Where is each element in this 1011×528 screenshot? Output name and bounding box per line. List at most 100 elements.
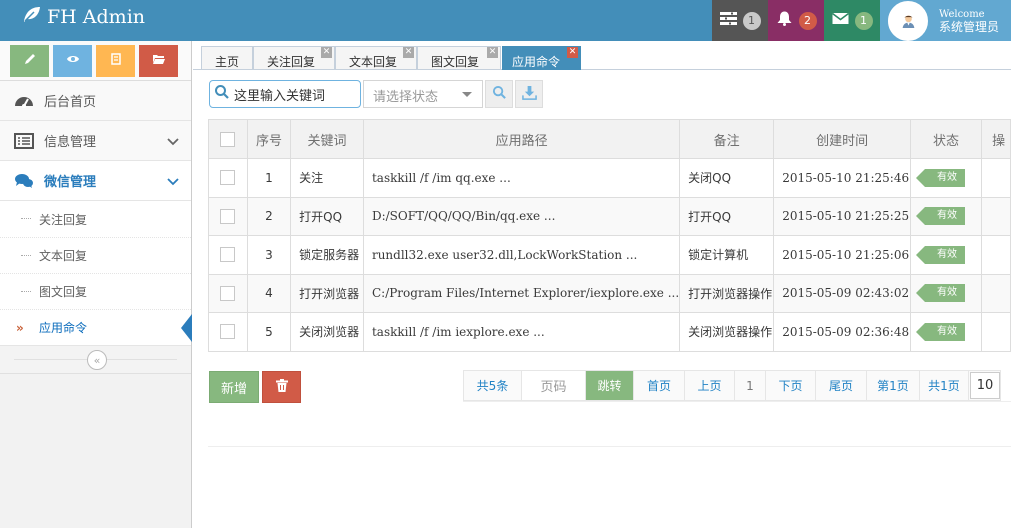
- row-checkbox[interactable]: [220, 285, 236, 301]
- sidebar-subitem-follow-reply[interactable]: 关注回复: [0, 201, 191, 237]
- row-checkbox-cell[interactable]: [208, 312, 248, 352]
- cell-path: rundll32.exe user32.dll,LockWorkStation …: [362, 235, 681, 275]
- column-header: 状态: [909, 119, 983, 159]
- download-icon: [521, 85, 537, 104]
- cell-actions[interactable]: [981, 312, 1011, 352]
- column-header: 序号: [246, 119, 292, 159]
- tree-dash: [21, 218, 31, 219]
- list-alt-icon: [14, 132, 34, 150]
- close-icon[interactable]: ✕: [487, 47, 498, 58]
- row-checkbox-cell[interactable]: [208, 196, 248, 236]
- table-row[interactable]: 1 关注 taskkill /f /im qq.exe ... 关闭QQ 201…: [208, 158, 1011, 198]
- tasks-dropdown[interactable]: 1: [712, 0, 768, 41]
- row-checkbox[interactable]: [220, 247, 236, 263]
- row-checkbox-cell[interactable]: [208, 158, 248, 198]
- cell-created: 2015-05-10 21:25:25: [773, 196, 911, 236]
- go-button[interactable]: 跳转: [586, 371, 634, 400]
- status-select-placeholder: 请选择状态: [373, 90, 439, 105]
- cell-keyword: 打开QQ: [290, 196, 364, 236]
- table-row[interactable]: 2 打开QQ D:/SOFT/QQ/QQ/Bin/qq.exe ... 打开QQ…: [208, 196, 1011, 236]
- shortcut-folder-button[interactable]: [139, 45, 178, 77]
- tab-news-reply[interactable]: 图文回复 ✕: [417, 46, 501, 70]
- page-tabs: 主页 关注回复 ✕ 文本回复 ✕ 图文回复 ✕ 应用命令 ✕: [193, 41, 1011, 70]
- next-page-button[interactable]: 下页: [766, 371, 816, 400]
- tab-home[interactable]: 主页: [201, 46, 253, 70]
- cell-no: 4: [246, 273, 292, 313]
- bell-icon: [776, 11, 793, 30]
- cell-actions[interactable]: [981, 273, 1011, 313]
- page-of-label: 第1页: [867, 371, 920, 400]
- cell-keyword: 打开浏览器: [290, 273, 364, 313]
- row-checkbox[interactable]: [220, 324, 236, 340]
- pager-total: 共5条: [464, 371, 522, 400]
- table-row[interactable]: 5 关闭浏览器 taskkill /f /im iexplore.exe ...…: [208, 312, 1011, 352]
- close-icon[interactable]: ✕: [403, 47, 414, 58]
- cell-status: 有效: [909, 273, 983, 313]
- cell-created: 2015-05-09 02:36:48: [773, 312, 911, 352]
- status-badge: 有效: [915, 245, 965, 264]
- cell-actions[interactable]: [981, 235, 1011, 275]
- current-page: 1: [735, 371, 766, 400]
- sidebar-subitem-app-command[interactable]: » 应用命令: [0, 309, 192, 345]
- cell-note: 打开浏览器操作: [679, 273, 775, 313]
- book-icon: [109, 52, 123, 70]
- cell-actions[interactable]: [981, 196, 1011, 236]
- export-button[interactable]: [515, 80, 543, 108]
- search-placeholder: 这里输入关键词: [234, 88, 326, 104]
- close-icon[interactable]: ✕: [567, 47, 578, 58]
- status-badge: 有效: [915, 207, 965, 226]
- cell-path: taskkill /f /im iexplore.exe ...: [362, 312, 681, 352]
- brand[interactable]: FH Admin: [22, 5, 145, 28]
- tab-follow-reply[interactable]: 关注回复 ✕: [253, 46, 335, 70]
- page-size-select[interactable]: 10: [970, 372, 1000, 399]
- pager-divider: [463, 401, 1011, 407]
- select-all-checkbox-cell[interactable]: [208, 119, 248, 159]
- row-checkbox[interactable]: [220, 208, 236, 224]
- page-number-input[interactable]: 页码: [522, 371, 586, 400]
- add-button[interactable]: 新增: [209, 371, 259, 403]
- delete-button[interactable]: [262, 371, 301, 403]
- prev-page-button[interactable]: 上页: [685, 371, 735, 400]
- shortcut-book-button[interactable]: [96, 45, 135, 77]
- tasks-badge: 1: [742, 11, 761, 30]
- first-page-button[interactable]: 首页: [634, 371, 685, 400]
- messages-badge: 1: [854, 11, 873, 30]
- sidebar-subitem-text-reply[interactable]: 文本回复: [0, 237, 191, 273]
- user-menu[interactable]: Welcome 系统管理员: [880, 0, 1011, 41]
- search-icon: [492, 85, 507, 104]
- table-row[interactable]: 4 打开浏览器 C:/Program Files/Internet Explor…: [208, 273, 1011, 313]
- caret-down-icon: [462, 92, 472, 97]
- shortcut-view-button[interactable]: [53, 45, 92, 77]
- cell-no: 3: [246, 235, 292, 275]
- sidebar-item-info-management[interactable]: 信息管理: [0, 121, 191, 161]
- shortcut-edit-button[interactable]: [10, 45, 49, 77]
- tab-text-reply[interactable]: 文本回复 ✕: [335, 46, 417, 70]
- cell-actions[interactable]: [981, 158, 1011, 198]
- sidebar-item-dashboard[interactable]: 后台首页: [0, 81, 191, 121]
- messages-dropdown[interactable]: 1: [824, 0, 880, 41]
- cell-status: 有效: [909, 196, 983, 236]
- chevron-down-icon: [167, 135, 179, 147]
- cell-path: taskkill /f /im qq.exe ...: [362, 158, 681, 198]
- last-page-button[interactable]: 尾页: [816, 371, 867, 400]
- notifications-dropdown[interactable]: 2: [768, 0, 824, 41]
- cell-path: C:/Program Files/Internet Explorer/iexpl…: [362, 273, 681, 313]
- select-all-checkbox[interactable]: [220, 131, 236, 147]
- cell-created: 2015-05-10 21:25:06: [773, 235, 911, 275]
- table-row[interactable]: 3 锁定服务器 rundll32.exe user32.dll,LockWork…: [208, 235, 1011, 275]
- sidebar-subitem-news-reply[interactable]: 图文回复: [0, 273, 191, 309]
- status-badge: 有效: [915, 168, 965, 187]
- tab-app-command[interactable]: 应用命令 ✕: [502, 46, 581, 70]
- status-select[interactable]: 请选择状态: [363, 80, 483, 108]
- close-icon[interactable]: ✕: [321, 47, 332, 58]
- row-checkbox-cell[interactable]: [208, 273, 248, 313]
- search-input[interactable]: 这里输入关键词: [209, 80, 361, 108]
- chevron-down-icon: [167, 175, 179, 187]
- sidebar-collapse-button[interactable]: «: [87, 350, 107, 370]
- sidebar-item-label: 后台首页: [44, 95, 97, 110]
- search-button[interactable]: [485, 80, 513, 108]
- sidebar-item-label: 信息管理: [44, 135, 97, 150]
- row-checkbox[interactable]: [220, 170, 236, 186]
- sidebar-item-wechat-management[interactable]: 微信管理: [0, 161, 191, 201]
- row-checkbox-cell[interactable]: [208, 235, 248, 275]
